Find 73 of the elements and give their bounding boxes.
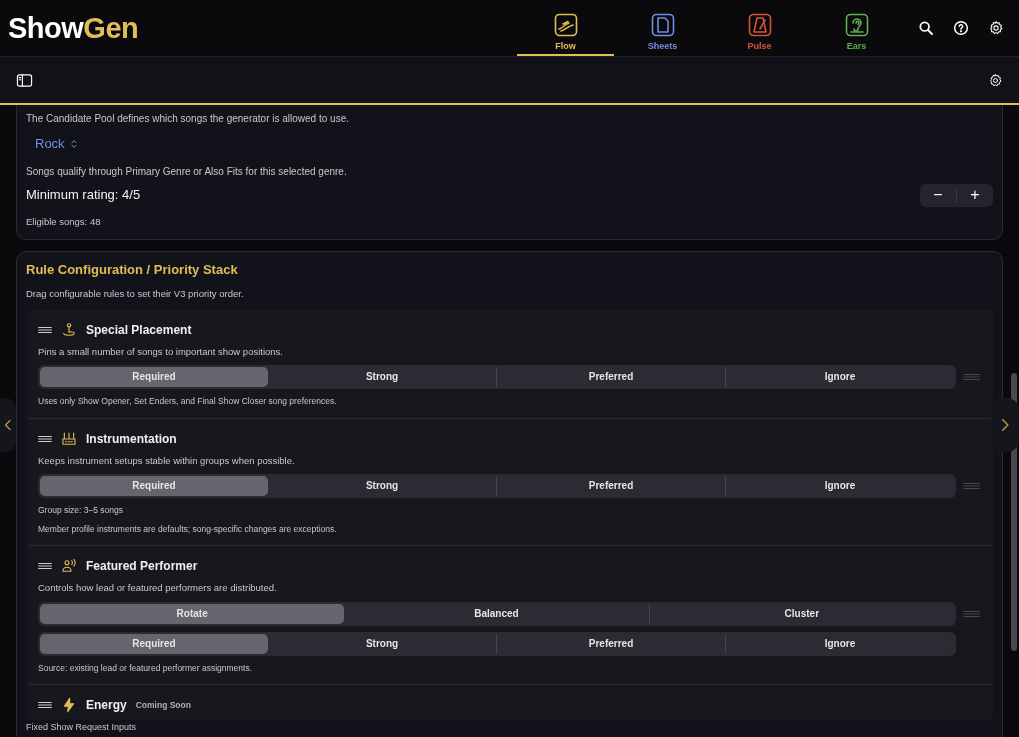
lightning-icon — [61, 697, 77, 714]
segment-option[interactable]: Rotate — [40, 603, 345, 624]
rule-title: Instrumentation — [86, 430, 177, 448]
status-label: Coming Soon — [135, 698, 191, 712]
scrollbar[interactable] — [1011, 373, 1017, 651]
segment-option[interactable]: Strong — [268, 475, 496, 496]
increase-button[interactable]: + — [957, 187, 993, 203]
rule-description: Controls how lead or featured performers are distributed. — [38, 581, 278, 596]
ear-icon — [844, 12, 869, 37]
section-heading: Fixed Show Request Inputs — [26, 721, 138, 735]
segment-option[interactable]: Preferred — [496, 366, 725, 387]
joystick-icon — [61, 321, 77, 338]
rule-title: Energy — [86, 697, 127, 715]
tab-label: Ears — [846, 39, 867, 53]
segment-option[interactable]: Required — [40, 475, 268, 496]
instruments-icon — [61, 430, 77, 447]
rule-note: Source: existing lead or featured performer assignments. — [38, 661, 254, 675]
drag-handle-icon[interactable] — [963, 608, 980, 619]
segment-option[interactable]: Preferred — [496, 633, 725, 654]
nav-tab[interactable]: Sheets — [614, 2, 711, 56]
section-title: Rule Configuration / Priority Stack — [26, 260, 239, 279]
segment-option[interactable]: Preferred — [496, 475, 725, 496]
sidebar-toggle[interactable] — [16, 71, 33, 89]
drag-handle-icon[interactable] — [963, 480, 980, 491]
segment-option[interactable]: Ignore — [725, 475, 954, 496]
settings-icon — [988, 72, 1003, 88]
segment-option[interactable]: Required — [40, 366, 268, 387]
rule-note: Member profile instruments are defaults; song-specific changes are exceptions. — [38, 522, 338, 536]
rule-title: Special Placement — [86, 321, 192, 339]
drag-handle-icon[interactable] — [38, 324, 52, 335]
search-button[interactable] — [918, 20, 934, 36]
search-icon — [918, 20, 934, 36]
rule-note: Uses only Show Opener, Set Enders, and Final Show Closer song preferences. — [38, 394, 338, 408]
rule-description: Pins a small number of songs to important show positions. — [38, 344, 284, 359]
segment-option[interactable]: Ignore — [725, 633, 954, 654]
section-subtitle: Drag configurable rules to set their V3 priority order. — [26, 287, 245, 302]
genre-note: Songs qualify through Primary Genre or Also Fits for this selected genre. — [26, 164, 348, 179]
drag-handle-icon[interactable] — [38, 433, 52, 444]
sidebar-icon — [16, 71, 33, 89]
nav-tab[interactable]: Ears — [808, 2, 905, 56]
tab-label: Pulse — [747, 39, 772, 53]
settings-button[interactable] — [988, 72, 1003, 88]
page-icon — [650, 12, 675, 37]
chevron-updown-icon — [68, 137, 79, 150]
rule-description: Keeps instrument setups stable within groups when possible. — [38, 453, 296, 468]
rating-label: Minimum rating: 4/5 — [26, 186, 141, 205]
previous-button[interactable] — [0, 398, 16, 452]
segment-option[interactable]: Strong — [268, 633, 496, 654]
pool-description: The Candidate Pool defines which songs the generator is allowed to use. — [26, 112, 350, 126]
segment-option[interactable]: Balanced — [344, 603, 649, 624]
help-icon — [953, 20, 969, 36]
settings-button[interactable] — [988, 20, 1004, 36]
speaker-person-icon — [61, 558, 77, 575]
drag-handle-icon[interactable] — [38, 700, 52, 711]
road-icon — [553, 12, 578, 37]
rule-note: Group size: 3–5 songs — [38, 503, 125, 517]
drag-handle-icon[interactable] — [963, 371, 980, 382]
nav-tab[interactable]: Pulse — [711, 2, 808, 56]
segment-option[interactable]: Strong — [268, 366, 496, 387]
rule-title: Featured Performer — [86, 558, 198, 576]
metronome-icon — [747, 12, 772, 37]
settings-icon — [988, 20, 1004, 36]
segment-option[interactable]: Required — [40, 633, 268, 654]
drag-handle-icon[interactable] — [38, 561, 52, 572]
genre-dropdown[interactable]: Rock — [35, 134, 79, 154]
segment-option[interactable]: Ignore — [725, 366, 954, 387]
tab-label: Flow — [555, 39, 576, 53]
segment-option[interactable]: Cluster — [648, 603, 954, 624]
help-button[interactable] — [953, 20, 969, 36]
eligible-count: Eligible songs: 48 — [26, 214, 102, 229]
app-logo: ShowGen — [7, 13, 139, 43]
tab-label: Sheets — [647, 39, 678, 53]
decrease-button[interactable]: − — [920, 187, 956, 203]
